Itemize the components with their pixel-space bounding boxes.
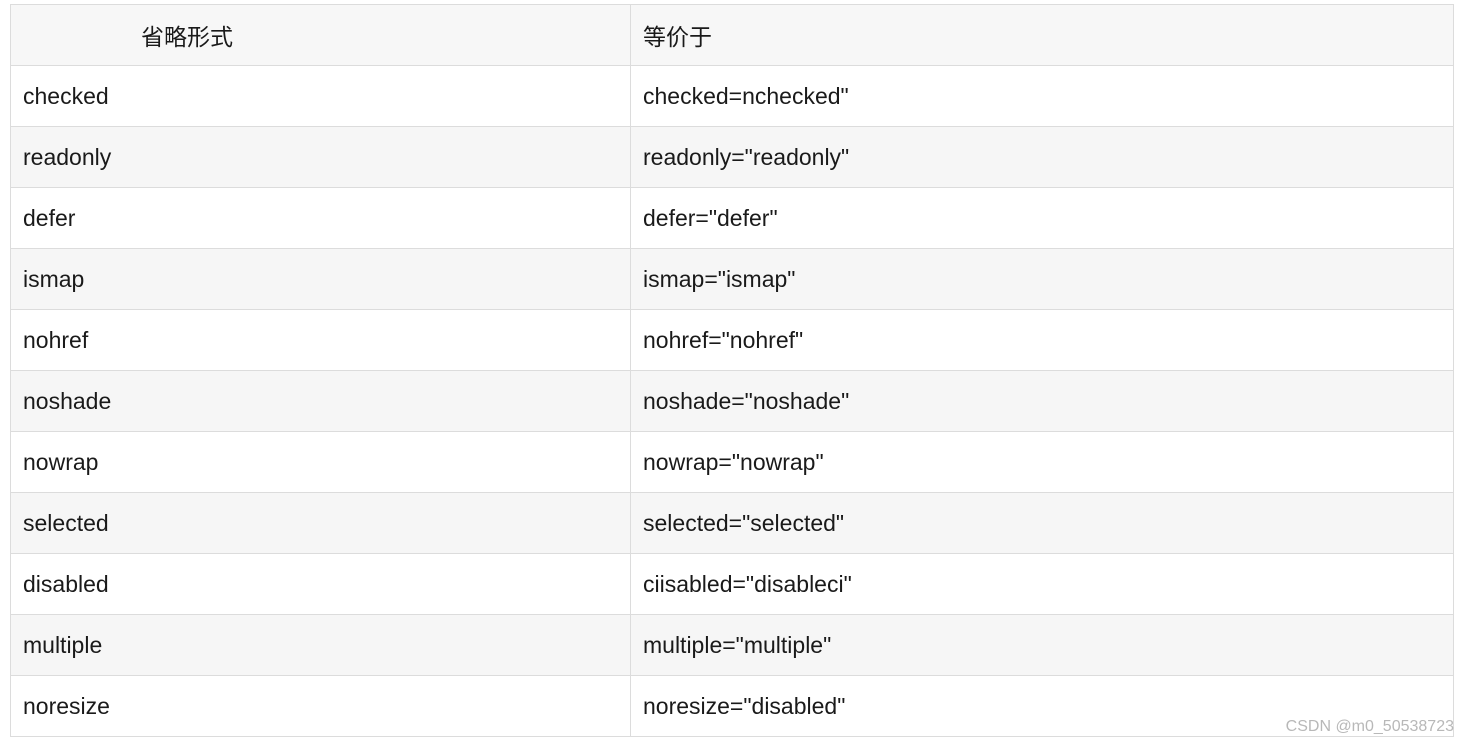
table-row: readonly readonly="readonly" (10, 126, 1454, 188)
cell-short-form: nohref (10, 309, 631, 371)
cell-equivalent: defer="defer" (630, 187, 1454, 249)
cell-equivalent: multiple="multiple" (630, 614, 1454, 676)
cell-short-form: checked (10, 65, 631, 127)
header-short-form: 省略形式 (10, 4, 631, 66)
cell-equivalent: nowrap="nowrap" (630, 431, 1454, 493)
cell-equivalent: selected="selected" (630, 492, 1454, 554)
watermark-text: CSDN @m0_50538723 (1285, 718, 1454, 735)
cell-short-form: disabled (10, 553, 631, 615)
cell-equivalent: readonly="readonly" (630, 126, 1454, 188)
table-row: nowrap nowrap="nowrap" (10, 431, 1454, 493)
cell-short-form: readonly (10, 126, 631, 188)
table-row: checked checked=nchecked" (10, 65, 1454, 127)
table-row: disabled ciisabled="disableci" (10, 553, 1454, 615)
cell-short-form: defer (10, 187, 631, 249)
cell-equivalent: ismap="ismap" (630, 248, 1454, 310)
table-row: selected selected="selected" (10, 492, 1454, 554)
cell-short-form: ismap (10, 248, 631, 310)
cell-short-form: nowrap (10, 431, 631, 493)
table-row: ismap ismap="ismap" (10, 248, 1454, 310)
table-row: defer defer="defer" (10, 187, 1454, 249)
table-row: multiple multiple="multiple" (10, 614, 1454, 676)
table-header: 省略形式 等价于 (10, 4, 1454, 66)
header-row: 省略形式 等价于 (10, 4, 1454, 66)
cell-equivalent: noshade="noshade" (630, 370, 1454, 432)
attribute-table: 省略形式 等价于 checked checked=nchecked" reado… (10, 4, 1454, 737)
cell-equivalent: checked=nchecked" (630, 65, 1454, 127)
cell-short-form: noresize (10, 675, 631, 737)
table-row: noshade noshade="noshade" (10, 370, 1454, 432)
header-equivalent: 等价于 (630, 4, 1454, 66)
attribute-table-container: 省略形式 等价于 checked checked=nchecked" reado… (10, 4, 1454, 737)
table-row: nohref nohref="nohref" (10, 309, 1454, 371)
cell-short-form: selected (10, 492, 631, 554)
table-row: noresize noresize="disabled" (10, 675, 1454, 737)
cell-equivalent: nohref="nohref" (630, 309, 1454, 371)
cell-short-form: multiple (10, 614, 631, 676)
cell-equivalent: ciisabled="disableci" (630, 553, 1454, 615)
cell-short-form: noshade (10, 370, 631, 432)
table-body: checked checked=nchecked" readonly reado… (10, 65, 1454, 737)
